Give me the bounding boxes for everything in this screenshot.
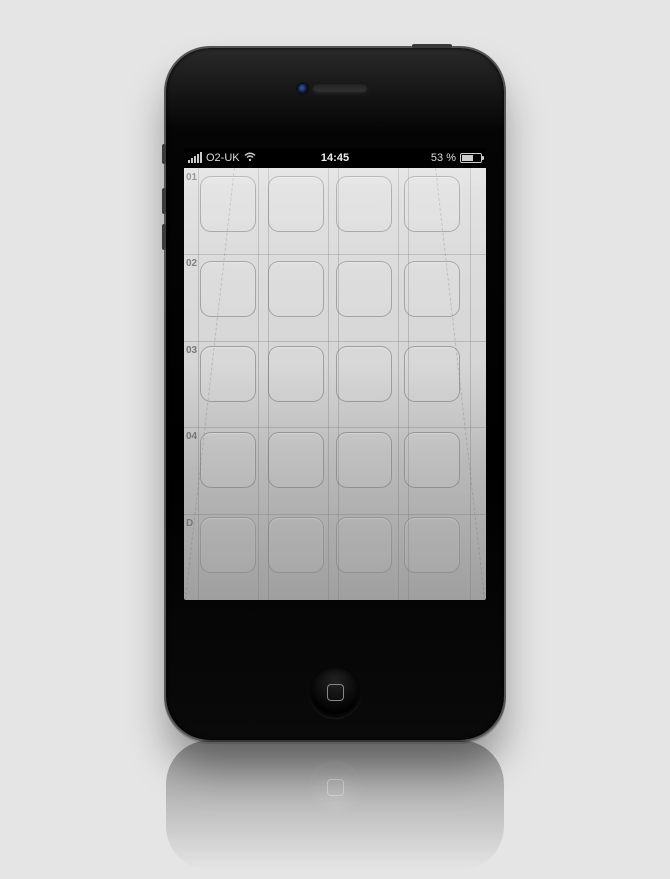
volume-down-button[interactable]	[162, 224, 166, 250]
icon-placeholder[interactable]	[200, 346, 256, 402]
icon-placeholder[interactable]	[336, 176, 392, 232]
icon-placeholder[interactable]	[268, 261, 324, 317]
icon-placeholder[interactable]	[200, 517, 256, 573]
icon-placeholder[interactable]	[404, 261, 460, 317]
wifi-icon	[244, 152, 256, 165]
icon-row-2	[200, 259, 474, 344]
device-screen: O2-UK 14:45 53 %	[184, 148, 486, 600]
row-label-03: 03	[186, 345, 197, 356]
home-screen-wallpaper: 01 02 03 04 D	[184, 168, 486, 600]
icon-placeholder[interactable]	[404, 176, 460, 232]
home-button-glyph	[327, 684, 344, 701]
icon-placeholder[interactable]	[336, 432, 392, 488]
icon-placeholder[interactable]	[404, 517, 460, 573]
earpiece-speaker	[312, 83, 368, 93]
icon-placeholder[interactable]	[404, 346, 460, 402]
icon-row-3	[200, 344, 474, 429]
signal-strength-icon	[188, 153, 202, 163]
icon-placeholder[interactable]	[268, 176, 324, 232]
device-reflection	[166, 740, 504, 870]
status-bar: O2-UK 14:45 53 %	[184, 148, 486, 168]
icon-placeholder[interactable]	[268, 517, 324, 573]
volume-up-button[interactable]	[162, 188, 166, 214]
icon-row-1	[200, 174, 474, 259]
icon-placeholder[interactable]	[336, 346, 392, 402]
row-label-dock: D	[186, 518, 193, 529]
front-camera	[298, 84, 308, 94]
carrier-label: O2-UK	[206, 152, 240, 164]
icon-placeholder[interactable]	[200, 176, 256, 232]
battery-icon	[460, 153, 482, 163]
home-button[interactable]	[309, 666, 361, 718]
icon-placeholder[interactable]	[268, 432, 324, 488]
icon-placeholder[interactable]	[268, 346, 324, 402]
battery-percent-label: 53 %	[431, 152, 456, 164]
icon-placeholder[interactable]	[200, 432, 256, 488]
icon-placeholder[interactable]	[336, 517, 392, 573]
mute-switch[interactable]	[162, 144, 166, 164]
icon-placeholder[interactable]	[336, 261, 392, 317]
dock-row	[200, 515, 474, 600]
iphone-device-frame: O2-UK 14:45 53 %	[166, 48, 504, 740]
power-button[interactable]	[412, 44, 452, 48]
icon-row-4	[200, 430, 474, 515]
icon-placeholder[interactable]	[200, 261, 256, 317]
row-label-04: 04	[186, 431, 197, 442]
row-label-01: 01	[186, 172, 197, 183]
icon-placeholder[interactable]	[404, 432, 460, 488]
row-label-02: 02	[186, 258, 197, 269]
